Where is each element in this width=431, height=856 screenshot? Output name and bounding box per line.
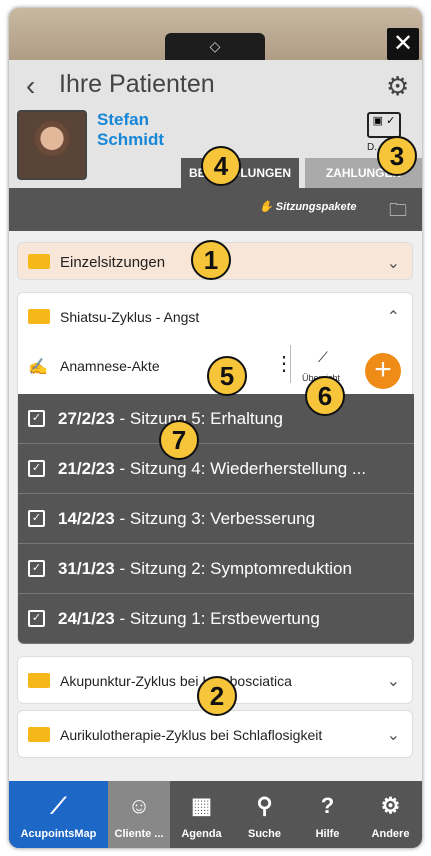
patient-last-name: Schmidt — [97, 130, 165, 149]
avatar — [17, 110, 87, 180]
session-packages-button[interactable]: ✋ Sitzungspakete — [259, 200, 356, 213]
session-text: Sitzung 2: Symptomreduktion — [129, 559, 352, 578]
nav-label: AcupointsMap — [20, 828, 97, 840]
session-sep: - — [119, 559, 130, 578]
nav-help[interactable]: ? Hilfe — [296, 781, 359, 848]
session-text: Sitzung 4: Wiederherstellung ... — [129, 459, 367, 478]
session-date: 21/2/23 — [58, 459, 115, 478]
callout-badge-1: 1 — [191, 240, 231, 280]
back-button[interactable]: ‹ — [26, 70, 35, 102]
nav-label: Andere — [371, 828, 410, 840]
close-button[interactable]: ✕ — [387, 28, 419, 60]
bottom-nav: ⟋ AcupointsMap ☺ Cliente ... ▦ Agenda ⚲ … — [9, 781, 422, 848]
session-date: 27/2/23 — [58, 409, 115, 428]
patient-name: Stefan Schmidt — [97, 110, 164, 150]
callout-badge-7: 7 — [159, 420, 199, 460]
nav-label: Hilfe — [315, 828, 340, 840]
callout-badge-2: 2 — [197, 676, 237, 716]
nav-acupointsmap[interactable]: ⟋ AcupointsMap — [9, 781, 108, 848]
session-text: Sitzung 5: Erhaltung — [129, 409, 283, 428]
add-folder-icon[interactable]: 🗀 — [389, 198, 407, 228]
session-sep: - — [119, 609, 130, 628]
group-card-expanded: Shiatsu-Zyklus - Angst ⌃ ✍ Anamnese-Akte… — [17, 292, 414, 644]
add-session-button[interactable]: + — [365, 353, 401, 389]
window-topbar: ◇ ✕ — [9, 8, 422, 60]
window-handle[interactable]: ◇ — [165, 33, 265, 60]
session-date: 31/1/23 — [58, 559, 115, 578]
session-date: 14/2/23 — [58, 509, 115, 528]
callout-badge-4: 4 — [201, 146, 241, 186]
session-text: Sitzung 1: Erstbewertung — [129, 609, 320, 628]
nav-label: Cliente ... — [114, 828, 164, 840]
more-icon[interactable]: ⋮ — [274, 351, 294, 376]
help-icon: ? — [320, 793, 335, 818]
table-row[interactable]: ✓ 31/1/23 - Sitzung 2: Symptomreduktion — [18, 544, 414, 594]
checkbox-icon: ✓ — [28, 610, 45, 627]
gear-icon[interactable]: ⚙ — [386, 71, 409, 102]
toolbar: ✋ Sitzungspakete 🗀 — [9, 188, 422, 231]
folder-icon — [28, 673, 50, 688]
table-row[interactable]: ✓ 24/1/23 - Sitzung 1: Erstbewertung — [18, 594, 414, 644]
session-sep: - — [119, 409, 130, 428]
anamnesis-label[interactable]: Anamnese-Akte — [60, 358, 160, 374]
nav-label: Agenda — [181, 828, 222, 840]
patient-first-name: Stefan — [97, 110, 149, 129]
nav-clients[interactable]: ☺ Cliente ... — [108, 781, 170, 848]
callout-badge-3: 3 — [377, 136, 417, 176]
group-label[interactable]: Shiatsu-Zyklus - Angst — [60, 309, 199, 325]
table-row[interactable]: ✓ 14/2/23 - Sitzung 3: Verbesserung — [18, 494, 414, 544]
folder-icon — [28, 254, 50, 269]
page-title: Ihre Patienten — [59, 70, 215, 98]
session-sep: - — [119, 459, 130, 478]
nav-search[interactable]: ⚲ Suche — [233, 781, 296, 848]
hand-icon: ✋ — [259, 201, 276, 213]
table-row[interactable]: ✓ 21/2/23 - Sitzung 4: Wiederherstellung… — [18, 444, 414, 494]
calendar-icon: ▦ — [191, 793, 212, 818]
nav-agenda[interactable]: ▦ Agenda — [170, 781, 233, 848]
app-frame: ◇ ✕ ‹ Ihre Patienten ⚙ Stefan Schmidt ▣ … — [9, 8, 422, 848]
anamnesis-icon: ✍ — [28, 359, 48, 376]
session-sep: - — [119, 509, 130, 528]
person-icon: ☺ — [127, 793, 151, 818]
checkbox-icon: ✓ — [28, 510, 45, 527]
callout-badge-6: 6 — [305, 376, 345, 416]
search-icon: ⚲ — [256, 793, 273, 818]
chevron-down-icon: ⌄ — [386, 727, 400, 744]
nav-other[interactable]: ⚙ Andere — [359, 781, 422, 848]
nav-label: Suche — [247, 828, 281, 840]
checkbox-icon: ✓ — [28, 460, 45, 477]
session-text: Sitzung 3: Verbesserung — [129, 509, 316, 528]
group-card[interactable]: Aurikulotherapie-Zyklus bei Schlaflosigk… — [17, 710, 413, 758]
packages-label: Sitzungspakete — [275, 201, 357, 213]
group-label: Aurikulotherapie-Zyklus bei Schlaflosigk… — [60, 727, 323, 743]
session-date: 24/1/23 — [58, 609, 115, 628]
group-label: Einzelsitzungen — [60, 254, 166, 271]
gear-icon: ⚙ — [380, 793, 401, 818]
id-card-icon[interactable]: ▣ ✓ — [367, 112, 401, 138]
table-row[interactable]: ✓ 27/2/23 - Sitzung 5: Erhaltung — [18, 394, 414, 444]
chevron-up-icon[interactable]: ⌃ — [387, 307, 400, 327]
checkbox-icon: ✓ — [28, 410, 45, 427]
needle-icon: ⟋ — [50, 793, 67, 818]
callout-badge-5: 5 — [207, 356, 247, 396]
chevron-down-icon: ⌄ — [386, 673, 400, 690]
checkbox-icon: ✓ — [28, 560, 45, 577]
folder-icon — [28, 727, 50, 742]
group-label: Akupunktur-Zyklus bei Lumbosciatica — [60, 673, 292, 689]
divider — [290, 345, 291, 383]
chevron-down-icon: ⌄ — [386, 255, 400, 272]
folder-icon — [28, 309, 50, 324]
overview-icon[interactable]: ⟋ — [318, 349, 328, 366]
